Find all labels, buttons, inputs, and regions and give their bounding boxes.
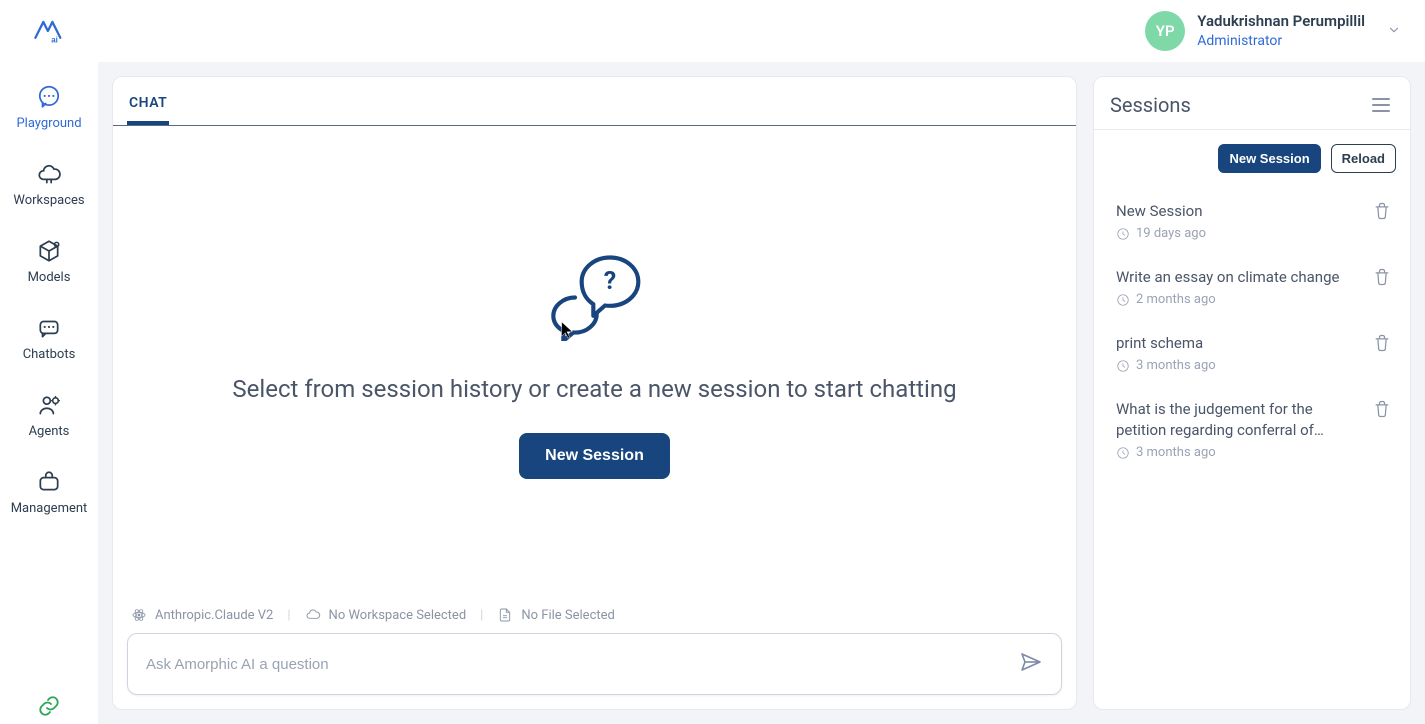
session-title: Write an essay on climate change — [1116, 267, 1362, 288]
tab-chat[interactable]: CHAT — [127, 89, 169, 125]
trash-icon — [1372, 267, 1392, 287]
sidebar-item-label: Agents — [29, 424, 70, 439]
chat-empty-state: ? Select from session history or create … — [113, 126, 1076, 601]
sessions-title: Sessions — [1110, 93, 1191, 117]
session-title: What is the judgement for the petition r… — [1116, 399, 1362, 441]
svg-text:?: ? — [603, 267, 615, 296]
new-session-button[interactable]: New Session — [519, 433, 670, 479]
sessions-menu-button[interactable] — [1368, 94, 1394, 116]
workspace-selector[interactable]: No Workspace Selected — [305, 607, 467, 623]
chat-panel: CHAT ? Select from session history or cr… — [112, 76, 1077, 710]
sidebar-item-chatbots[interactable]: Chatbots — [0, 311, 98, 366]
chat-bubble-icon — [36, 84, 62, 110]
sessions-reload-button[interactable]: Reload — [1331, 144, 1396, 173]
user-role: Administrator — [1197, 32, 1365, 50]
chat-input-row — [127, 633, 1062, 695]
model-selector[interactable]: Anthropic.Claude V2 — [131, 607, 273, 623]
session-time: 3 months ago — [1116, 445, 1362, 460]
user-menu[interactable]: YP Yadukrishnan Perumpillil Administrato… — [1145, 11, 1401, 51]
cloud-small-icon — [305, 607, 321, 623]
delete-session-button[interactable] — [1372, 399, 1392, 423]
chat-empty-text: Select from session history or create a … — [232, 375, 956, 403]
sidebar-item-label: Workspaces — [13, 193, 84, 208]
session-item[interactable]: What is the judgement for the petition r… — [1106, 387, 1398, 474]
clock-icon — [1116, 293, 1130, 307]
file-selector[interactable]: No File Selected — [497, 607, 615, 623]
trash-icon — [1372, 333, 1392, 353]
sidebar: Playground Workspaces Models Chatbots Ag… — [0, 62, 98, 724]
sessions-actions: New Session Reload — [1094, 130, 1410, 183]
session-time: 2 months ago — [1116, 292, 1362, 307]
chat-input[interactable] — [146, 656, 1007, 673]
cloud-icon — [36, 161, 62, 187]
trash-icon — [1372, 201, 1392, 221]
link-icon — [37, 694, 61, 718]
send-button[interactable] — [1019, 650, 1043, 678]
session-item[interactable]: New Session 19 days ago — [1106, 189, 1398, 255]
file-icon — [497, 607, 513, 623]
clock-icon — [1116, 359, 1130, 373]
workspace-name: No Workspace Selected — [329, 608, 467, 623]
agent-icon — [36, 392, 62, 418]
session-time-text: 3 months ago — [1136, 445, 1216, 460]
session-item[interactable]: Write an essay on climate change 2 month… — [1106, 255, 1398, 321]
chat-meta-row: Anthropic.Claude V2 | No Workspace Selec… — [127, 601, 1062, 633]
sidebar-item-playground[interactable]: Playground — [0, 80, 98, 135]
chat-tabs: CHAT — [113, 77, 1076, 126]
delete-session-button[interactable] — [1372, 201, 1392, 225]
sessions-panel: Sessions New Session Reload New Session … — [1093, 76, 1411, 710]
model-name: Anthropic.Claude V2 — [155, 608, 273, 623]
clock-icon — [1116, 446, 1130, 460]
chat-footer: Anthropic.Claude V2 | No Workspace Selec… — [113, 601, 1076, 709]
file-name: No File Selected — [521, 608, 615, 623]
session-title: print schema — [1116, 333, 1362, 354]
session-time-text: 2 months ago — [1136, 292, 1216, 307]
sidebar-item-models[interactable]: Models — [0, 234, 98, 289]
session-time-text: 19 days ago — [1136, 226, 1206, 241]
sessions-new-button[interactable]: New Session — [1218, 144, 1320, 173]
avatar: YP — [1145, 11, 1185, 51]
logo-icon: ai — [32, 16, 66, 46]
delete-session-button[interactable] — [1372, 267, 1392, 291]
sessions-list: New Session 19 days ago Write an essay o… — [1094, 183, 1410, 480]
chat-empty-icon: ? — [545, 249, 645, 345]
delete-session-button[interactable] — [1372, 333, 1392, 357]
main-area: CHAT ? Select from session history or cr… — [98, 62, 1425, 724]
briefcase-icon — [36, 469, 62, 495]
sidebar-item-workspaces[interactable]: Workspaces — [0, 157, 98, 212]
cube-icon — [36, 238, 62, 264]
clock-icon — [1116, 227, 1130, 241]
separator: | — [480, 608, 483, 623]
svg-text:ai: ai — [51, 35, 58, 44]
logo[interactable]: ai — [32, 16, 66, 46]
session-time: 3 months ago — [1116, 358, 1362, 373]
separator: | — [287, 608, 290, 623]
user-name: Yadukrishnan Perumpillil — [1197, 12, 1365, 32]
sidebar-item-label: Management — [11, 501, 88, 516]
session-time-text: 3 months ago — [1136, 358, 1216, 373]
session-title: New Session — [1116, 201, 1362, 222]
sidebar-item-management[interactable]: Management — [0, 465, 98, 520]
sidebar-item-label: Playground — [16, 116, 81, 131]
chatbot-icon — [36, 315, 62, 341]
sidebar-item-label: Chatbots — [23, 347, 76, 362]
topbar: ai YP Yadukrishnan Perumpillil Administr… — [0, 0, 1425, 62]
session-item[interactable]: print schema 3 months ago — [1106, 321, 1398, 387]
session-time: 19 days ago — [1116, 226, 1362, 241]
sessions-header: Sessions — [1094, 77, 1410, 130]
sidebar-item-label: Models — [28, 270, 71, 285]
chevron-down-icon — [1387, 22, 1401, 41]
sidebar-item-agents[interactable]: Agents — [0, 388, 98, 443]
trash-icon — [1372, 399, 1392, 419]
send-icon — [1019, 650, 1043, 674]
sidebar-amorphic-link[interactable] — [37, 694, 61, 718]
atom-icon — [131, 607, 147, 623]
